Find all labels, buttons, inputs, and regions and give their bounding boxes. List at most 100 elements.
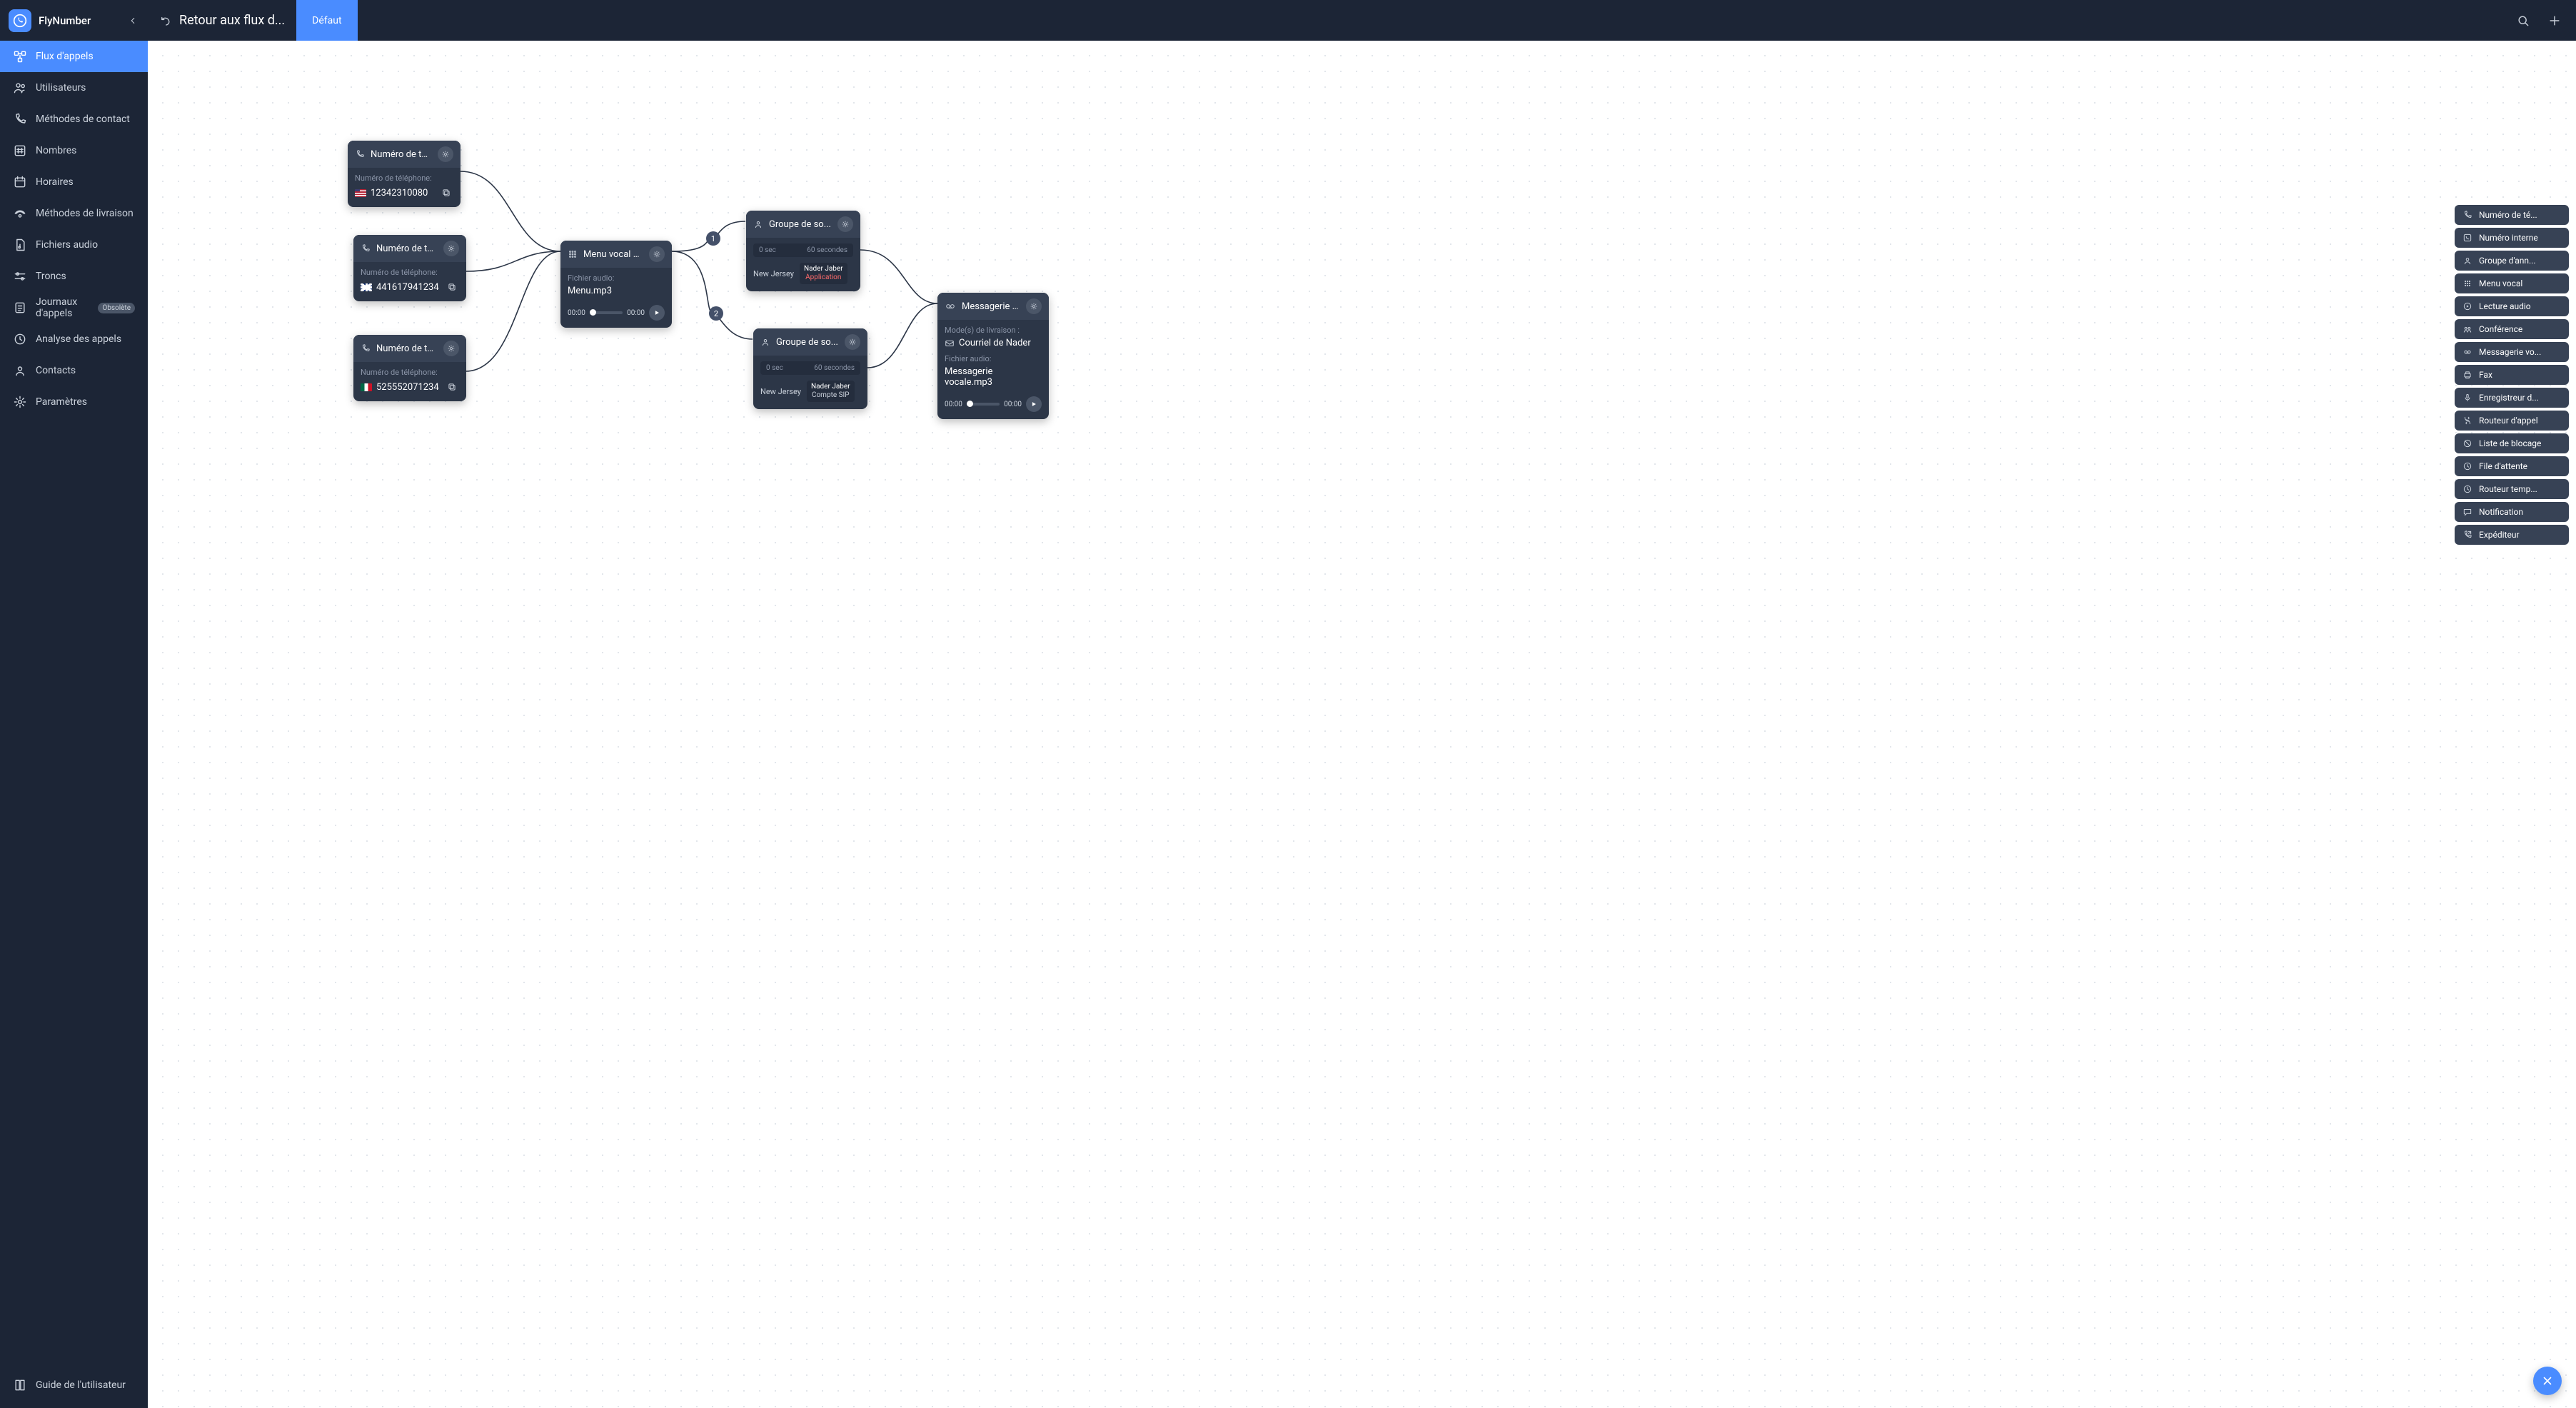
- nav-analytics[interactable]: Analyse des appels: [0, 323, 148, 355]
- pal-call-router[interactable]: Routeur d'appel: [2455, 411, 2569, 431]
- pal-ivr[interactable]: Menu vocal: [2455, 273, 2569, 293]
- copy-button[interactable]: [439, 186, 453, 200]
- gear-icon: [447, 244, 456, 253]
- user-icon: [760, 337, 770, 347]
- pal-play-audio[interactable]: Lecture audio: [2455, 296, 2569, 316]
- add-button[interactable]: [2540, 6, 2569, 35]
- chat-icon: [2462, 507, 2472, 517]
- nav-settings[interactable]: Paramètres: [0, 386, 148, 418]
- node-settings[interactable]: [1026, 298, 1042, 314]
- flow-canvas[interactable]: 1 2 Numéro de té... Numéro de téléphone:…: [148, 41, 2576, 1408]
- node-settings[interactable]: [649, 246, 665, 262]
- phone-circle-icon: [13, 14, 27, 28]
- node-phone-2[interactable]: Numéro de té... Numéro de téléphone: 441…: [353, 235, 466, 301]
- pal-fax[interactable]: Fax: [2455, 365, 2569, 385]
- back-button[interactable]: Retour aux flux d...: [148, 0, 296, 41]
- help-fab[interactable]: [2533, 1367, 2562, 1395]
- nav-contact-methods[interactable]: Méthodes de contact: [0, 104, 148, 135]
- pal-conference[interactable]: Conférence: [2455, 319, 2569, 339]
- sidebar-collapse-button[interactable]: [124, 11, 142, 30]
- audio-track[interactable]: [590, 311, 623, 314]
- pal-recorder[interactable]: Enregistreur d...: [2455, 388, 2569, 408]
- conference-icon: [2462, 324, 2472, 334]
- node-phone-1[interactable]: Numéro de té... Numéro de téléphone: 123…: [348, 141, 461, 207]
- book-icon: [13, 1378, 27, 1392]
- sidebar: FlyNumber Flux d'appels Utilisateurs Mét…: [0, 0, 148, 1408]
- play-button[interactable]: [649, 305, 665, 321]
- tab-default[interactable]: Défaut: [296, 0, 357, 41]
- pal-internal-number[interactable]: Numéro interne: [2455, 228, 2569, 248]
- play-icon: [653, 309, 660, 316]
- connectors: [148, 41, 2576, 1408]
- nav-delivery[interactable]: Méthodes de livraison: [0, 198, 148, 229]
- search-icon: [2516, 14, 2530, 28]
- pal-ring-group[interactable]: Groupe d'ann...: [2455, 251, 2569, 271]
- pal-notification[interactable]: Notification: [2455, 502, 2569, 522]
- node-settings[interactable]: [443, 241, 459, 256]
- tab-label: Défaut: [312, 15, 341, 26]
- ring-user: Nader Jaber Compte SIP: [807, 381, 855, 402]
- node-settings[interactable]: [845, 334, 860, 350]
- nav-label: Horaires: [36, 176, 74, 188]
- nav-user-guide[interactable]: Guide de l'utilisateur: [0, 1369, 148, 1401]
- node-title: Groupe de so...: [776, 337, 839, 348]
- nav-call-flows[interactable]: Flux d'appels: [0, 41, 148, 72]
- brand-logo: [9, 9, 31, 32]
- phone-icon: [355, 149, 365, 159]
- nav-label: Contacts: [36, 365, 76, 376]
- node-ivr[interactable]: Menu vocal p... Fichier audio: Menu.mp3 …: [560, 241, 672, 328]
- play-circle-icon: [2462, 301, 2472, 311]
- ring-start: 0 sec: [766, 364, 783, 372]
- play-button[interactable]: [1026, 396, 1042, 412]
- node-voicemail[interactable]: Messagerie vo... Mode(s) de livraison : …: [937, 293, 1049, 419]
- ring-end: 60 secondes: [814, 364, 855, 372]
- pal-voicemail[interactable]: Messagerie vo...: [2455, 342, 2569, 362]
- block-icon: [2462, 438, 2472, 448]
- audio-track[interactable]: [967, 403, 1000, 406]
- nav-schedules[interactable]: Horaires: [0, 166, 148, 198]
- search-button[interactable]: [2509, 6, 2537, 35]
- fax-icon: [2462, 370, 2472, 380]
- node-settings[interactable]: [837, 216, 853, 232]
- node-settings[interactable]: [438, 146, 453, 162]
- node-title: Numéro de té...: [376, 343, 438, 354]
- node-settings[interactable]: [443, 341, 459, 356]
- node-title: Menu vocal p...: [583, 249, 643, 260]
- nav-users[interactable]: Utilisateurs: [0, 72, 148, 104]
- field-label: Fichier audio:: [568, 273, 665, 283]
- phone-icon: [2462, 210, 2472, 220]
- nav-audio-files[interactable]: Fichiers audio: [0, 229, 148, 261]
- nav-numbers[interactable]: Nombres: [0, 135, 148, 166]
- calendar-icon: [13, 175, 27, 189]
- flag-uk-icon: [361, 283, 372, 291]
- nav-label: Nombres: [36, 145, 76, 156]
- handset-icon: [13, 112, 27, 126]
- time-end: 00:00: [627, 309, 645, 317]
- copy-icon: [447, 382, 457, 392]
- copy-button[interactable]: [445, 380, 459, 394]
- ring-location: New Jersey: [753, 269, 794, 278]
- phone-value: 12342310080: [371, 188, 435, 198]
- node-ring-1[interactable]: Groupe de so... 0 sec 60 secondes New Je…: [746, 211, 860, 291]
- pal-sender[interactable]: Expéditeur: [2455, 525, 2569, 545]
- nav-trunks[interactable]: Troncs: [0, 261, 148, 292]
- main: Retour aux flux d... Défaut 1 2: [148, 0, 2576, 1408]
- pal-time-router[interactable]: Routeur temp...: [2455, 479, 2569, 499]
- nav-contacts[interactable]: Contacts: [0, 355, 148, 386]
- nav-call-logs[interactable]: Journaux d'appels Obsolète: [0, 292, 148, 323]
- copy-button[interactable]: [445, 280, 459, 294]
- keypad-icon: [2462, 278, 2472, 288]
- pal-phone-number[interactable]: Numéro de té...: [2455, 205, 2569, 225]
- phone-value: 525552071234: [376, 382, 441, 393]
- flow-icon: [13, 49, 27, 64]
- brand-name: FlyNumber: [39, 14, 91, 27]
- sidebar-header: FlyNumber: [0, 0, 148, 41]
- pal-queue[interactable]: File d'attente: [2455, 456, 2569, 476]
- node-phone-3[interactable]: Numéro de té... Numéro de téléphone: 525…: [353, 335, 466, 401]
- node-title: Groupe de so...: [769, 219, 832, 230]
- flag-us-icon: [355, 189, 366, 197]
- undo-icon: [159, 14, 172, 27]
- time-start: 00:00: [568, 309, 585, 317]
- node-ring-2[interactable]: Groupe de so... 0 sec 60 secondes New Je…: [753, 328, 867, 409]
- pal-blocklist[interactable]: Liste de blocage: [2455, 433, 2569, 453]
